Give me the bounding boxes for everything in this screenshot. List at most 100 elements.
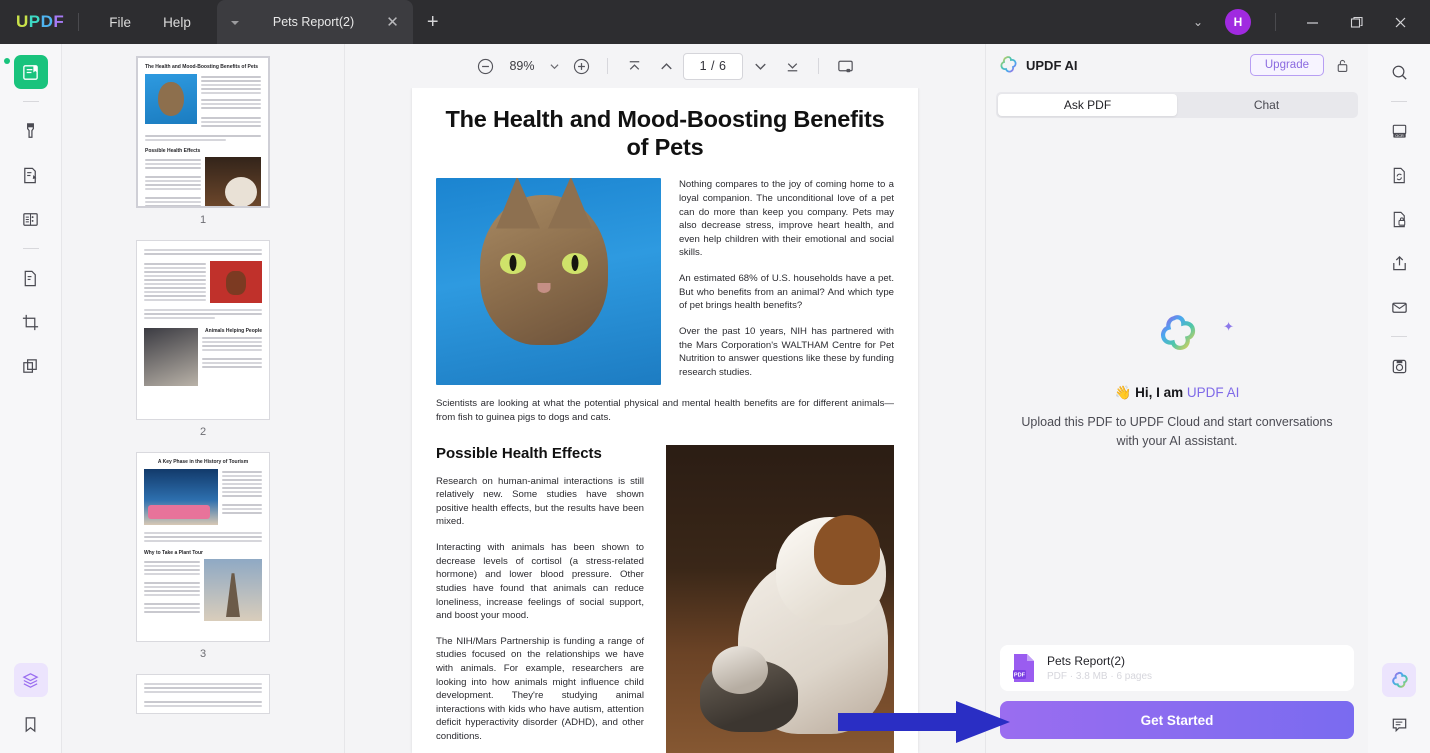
sidebar-item-crop[interactable]	[14, 305, 48, 339]
zoom-level[interactable]: 89%	[502, 59, 542, 73]
tab-dropdown-icon[interactable]	[231, 17, 241, 27]
tab-ask-pdf[interactable]: Ask PDF	[998, 94, 1177, 116]
sidebar-item-annotate[interactable]	[14, 114, 48, 148]
ocr-button[interactable]: OCR	[1382, 114, 1416, 148]
protect-button[interactable]	[1382, 202, 1416, 236]
thumbnail-number: 1	[200, 214, 206, 226]
rail-divider	[23, 248, 39, 249]
ai-description: Upload this PDF to UPDF Cloud and start …	[1012, 413, 1342, 449]
updf-ai-flower-icon	[1156, 313, 1198, 355]
ai-greeting-prefix: 👋 Hi, I am	[1115, 385, 1187, 400]
close-window-button[interactable]	[1378, 0, 1422, 44]
chevron-down-icon[interactable]: ⌄	[1181, 7, 1215, 37]
get-started-button[interactable]: Get Started	[1000, 701, 1354, 739]
comment-button[interactable]	[1382, 707, 1416, 741]
intro-text-column: Nothing compares to the joy of coming ho…	[679, 178, 894, 385]
page-title: The Health and Mood-Boosting Benefits of…	[436, 106, 894, 161]
thumbnail-page-1[interactable]: The Health and Mood-Boosting Benefits of…	[136, 56, 270, 208]
tab-title: Pets Report(2)	[241, 15, 386, 29]
close-icon[interactable]: ✕	[386, 15, 399, 30]
new-tab-button[interactable]: +	[427, 11, 439, 34]
thumbnail-number: 2	[200, 426, 206, 438]
menu-help[interactable]: Help	[147, 9, 207, 36]
next-page-icon	[751, 57, 770, 76]
page-number-input[interactable]: 1 / 6	[683, 53, 743, 80]
next-page-button[interactable]	[745, 51, 775, 81]
thumbnail-page-3[interactable]: A Key Phase in the History of Tourism	[136, 452, 270, 642]
edit-document-icon	[21, 166, 40, 185]
share-button[interactable]	[1382, 246, 1416, 280]
zoom-in-button[interactable]	[566, 51, 596, 81]
cat-photo	[436, 178, 661, 385]
last-page-button[interactable]	[777, 51, 807, 81]
zoom-out-button[interactable]	[470, 51, 500, 81]
menu-file[interactable]: File	[93, 9, 147, 36]
maximize-button[interactable]	[1334, 0, 1378, 44]
updf-application-window: U P D F File Help Pets Report(2) ✕ + ⌄ H	[0, 0, 1430, 753]
paragraph: Research on human-animal interactions is…	[436, 475, 644, 529]
email-button[interactable]	[1382, 290, 1416, 324]
document-tab[interactable]: Pets Report(2) ✕	[217, 0, 413, 44]
rail-divider	[1391, 336, 1407, 337]
lock-button[interactable]	[1328, 51, 1356, 79]
ocr-icon: OCR	[1390, 122, 1409, 141]
ai-greeting: 👋 Hi, I am UPDF AI	[1115, 385, 1240, 401]
page-thumbnail-panel[interactable]: The Health and Mood-Boosting Benefits of…	[62, 44, 345, 753]
logo-letter-d: D	[41, 12, 54, 32]
window-divider	[1275, 13, 1276, 31]
upgrade-button[interactable]: Upgrade	[1250, 54, 1324, 76]
sidebar-item-edit-pdf[interactable]	[14, 158, 48, 192]
document-viewer[interactable]: The Health and Mood-Boosting Benefits of…	[345, 88, 985, 753]
highlighter-icon	[21, 122, 40, 141]
updf-ai-button[interactable]	[1382, 663, 1416, 697]
previous-page-button[interactable]	[651, 51, 681, 81]
right-toolbar: OCR	[1368, 44, 1430, 753]
save-button[interactable]	[1382, 349, 1416, 383]
sidebar-item-form[interactable]	[14, 202, 48, 236]
rail-divider	[1391, 101, 1407, 102]
comment-icon	[1390, 715, 1409, 734]
first-page-button[interactable]	[619, 51, 649, 81]
file-meta: PDF · 3.8 MB · 6 pages	[1047, 671, 1152, 682]
updf-logo: U P D F	[16, 12, 64, 32]
attached-file-card[interactable]: PDF Pets Report(2) PDF · 3.8 MB · 6 page…	[1000, 645, 1354, 691]
ai-panel-tabs: Ask PDF Chat	[996, 92, 1358, 118]
sidebar-item-convert[interactable]	[14, 261, 48, 295]
sidebar-item-bookmarks[interactable]	[14, 707, 48, 741]
document-toolbar: 89% 1 / 6	[345, 44, 985, 88]
section-text-column: Possible Health Effects Research on huma…	[436, 445, 644, 753]
sidebar-item-ai-tools[interactable]	[14, 663, 48, 697]
paragraph: Scientists are looking at what the poten…	[436, 397, 894, 424]
convert-document-icon	[21, 269, 40, 288]
logo-letter-f: F	[53, 12, 64, 32]
paragraph: Interacting with animals has been shown …	[436, 541, 644, 623]
chevron-down-icon[interactable]	[544, 63, 564, 70]
toolbar-divider	[607, 58, 608, 74]
paragraph: The NIH/Mars Partnership is funding a ra…	[436, 635, 644, 744]
thumbnail-page-4[interactable]	[136, 674, 270, 714]
share-icon	[1390, 254, 1409, 273]
active-tool-marker	[4, 58, 10, 64]
thumbnail-page-2[interactable]: Animals Helping People	[136, 240, 270, 420]
thumbnail-title: A Key Phase in the History of Tourism	[144, 459, 262, 465]
svg-text:OCR: OCR	[1395, 133, 1404, 137]
rail-divider	[23, 101, 39, 102]
paragraph: Over the past 10 years, NIH has partnere…	[679, 325, 894, 379]
avatar[interactable]: H	[1225, 9, 1251, 35]
sidebar-item-reader[interactable]	[14, 55, 48, 89]
search-button[interactable]	[1382, 55, 1416, 89]
crop-icon	[21, 313, 40, 332]
sidebar-item-organize-pages[interactable]	[14, 349, 48, 383]
minimize-button[interactable]	[1290, 0, 1334, 44]
convert-button[interactable]	[1382, 158, 1416, 192]
lock-icon	[1334, 57, 1351, 74]
dog-and-cat-photo	[666, 445, 894, 753]
file-name: Pets Report(2)	[1047, 654, 1152, 668]
protect-document-icon	[1390, 210, 1409, 229]
toolbar-divider	[818, 58, 819, 74]
zoom-out-icon	[476, 57, 495, 76]
presentation-mode-button[interactable]	[830, 51, 860, 81]
first-page-icon	[625, 57, 644, 76]
thumbnail-title: The Health and Mood-Boosting Benefits of…	[145, 64, 261, 70]
tab-chat[interactable]: Chat	[1177, 94, 1356, 116]
